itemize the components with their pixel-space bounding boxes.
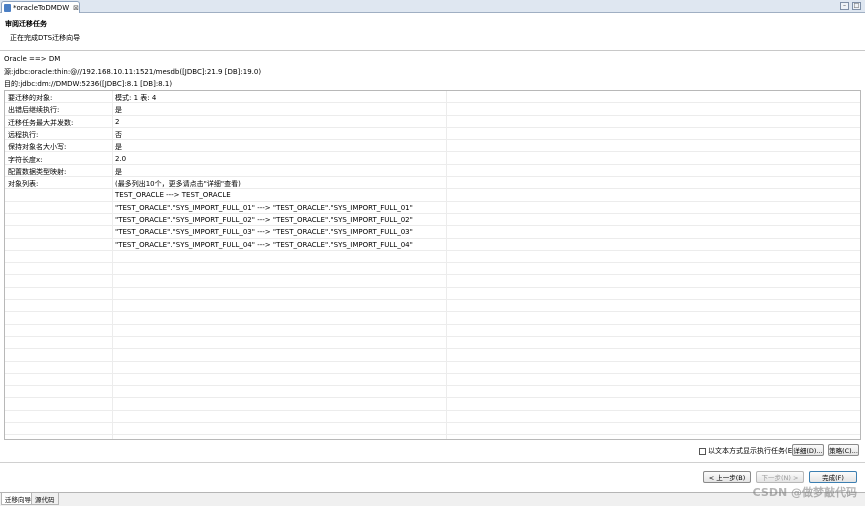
property-value: 2.0	[115, 154, 127, 163]
wizard-subtitle: 正在完成DTS迁移向导	[10, 34, 81, 42]
table-row	[5, 312, 860, 325]
table-row: "TEST_ORACLE"."SYS_IMPORT_FULL_01" ---> …	[5, 202, 860, 214]
minimize-icon[interactable]: –	[840, 2, 849, 10]
property-value: 2	[115, 117, 120, 126]
table-row	[5, 362, 860, 374]
table-row	[5, 300, 860, 313]
table-row: 迁移任务最大并发数: 2	[5, 116, 860, 128]
table-row: 出错后继续执行: 是	[5, 103, 860, 116]
next-button[interactable]: 下一步(N) >	[756, 471, 804, 483]
strategy-button[interactable]: 策略(C)...	[828, 444, 859, 456]
table-row	[5, 349, 860, 362]
bottom-tab-strip: 迁移向导 源代码	[0, 492, 865, 506]
table-row: "TEST_ORACLE"."SYS_IMPORT_FULL_02" ---> …	[5, 214, 860, 227]
property-value: "TEST_ORACLE"."SYS_IMPORT_FULL_03" ---> …	[115, 228, 413, 237]
table-row	[5, 399, 860, 411]
property-value: 模式: 1 表: 4	[115, 94, 157, 102]
table-row	[5, 411, 860, 424]
show-as-text-option[interactable]: 以文本方式显示执行任务(E)	[699, 446, 795, 456]
property-value: "TEST_ORACLE"."SYS_IMPORT_FULL_02" ---> …	[115, 216, 413, 224]
table-row	[5, 337, 860, 350]
wizard-header: 审阅迁移任务 正在完成DTS迁移向导	[0, 14, 865, 51]
table-row	[5, 251, 860, 264]
table-row	[5, 423, 860, 436]
button-bar-separator	[0, 462, 865, 463]
table-row	[5, 276, 860, 288]
property-value: 否	[115, 130, 122, 139]
table-row: 远程执行: 否	[5, 128, 860, 141]
property-value: 是	[115, 143, 122, 152]
window-controls: – □	[840, 2, 861, 10]
table-row	[5, 386, 860, 399]
property-label: 对象列表:	[8, 180, 39, 189]
migration-file-icon	[4, 3, 11, 12]
editor-tab-oracle-to-dmdw[interactable]: *oracleToDMDW ⊠	[1, 1, 80, 13]
table-row: "TEST_ORACLE"."SYS_IMPORT_FULL_04" ---> …	[5, 239, 860, 251]
property-value: "TEST_ORACLE"."SYS_IMPORT_FULL_04" ---> …	[115, 240, 413, 249]
property-label: 出错后继续执行:	[8, 106, 60, 115]
editor-tab-strip: *oracleToDMDW ⊠ – □	[0, 0, 865, 13]
finish-button[interactable]: 完成(F)	[809, 471, 857, 483]
show-as-text-label: 以文本方式显示执行任务(E)	[708, 447, 795, 455]
property-label: 配置数据类型映射:	[8, 167, 67, 176]
watermark: CSDN @做梦敲代码	[752, 486, 857, 499]
back-button[interactable]: < 上一步(B)	[703, 471, 751, 483]
table-row: 字符长度x: 2.0	[5, 153, 860, 165]
property-value: TEST_ORACLE ---> TEST_ORACLE	[115, 191, 231, 200]
table-row: 保持对象名大小写: 是	[5, 140, 860, 153]
property-label: 字符长度x:	[8, 155, 43, 164]
property-label: 迁移任务最大并发数:	[8, 118, 74, 127]
tab-migration-wizard[interactable]: 迁移向导	[1, 493, 35, 505]
table-row	[5, 263, 860, 276]
wizard-title: 审阅迁移任务	[5, 20, 47, 28]
property-value: (最多列出10个，更多请点击"详细"查看)	[115, 180, 241, 189]
maximize-icon[interactable]: □	[852, 2, 861, 10]
target-connection: 目的:jdbc:dm://DMDW:5236([JDBC]:8.1 [DB]:8…	[4, 80, 173, 88]
property-value: "TEST_ORACLE"."SYS_IMPORT_FULL_01" ---> …	[115, 203, 413, 212]
table-row: 对象列表: (最多列出10个，更多请点击"详细"查看)	[5, 177, 860, 190]
table-row: 要迁移的对象: 模式: 1 表: 4	[5, 91, 860, 104]
property-label: 保持对象名大小写:	[8, 143, 67, 152]
table-row: TEST_ORACLE ---> TEST_ORACLE	[5, 189, 860, 202]
table-row	[5, 288, 860, 301]
property-label: 要迁移的对象:	[8, 94, 53, 102]
table-row: 配置数据类型映射: 是	[5, 165, 860, 178]
migration-direction: Oracle ==> DM	[4, 55, 61, 63]
table-row	[5, 325, 860, 337]
property-value: 是	[115, 167, 122, 176]
property-label: 远程执行:	[8, 130, 39, 139]
summary-table: 要迁移的对象: 模式: 1 表: 4 出错后继续执行: 是迁移任务最大并发数: 2 远程执…	[4, 90, 861, 440]
details-button[interactable]: 详细(D)...	[792, 444, 824, 456]
table-row: "TEST_ORACLE"."SYS_IMPORT_FULL_03" ---> …	[5, 226, 860, 239]
source-connection: 源:jdbc:oracle:thin:@//192.168.10.11:1521…	[4, 68, 262, 76]
table-row	[5, 374, 860, 387]
tab-source-code[interactable]: 源代码	[31, 493, 59, 505]
show-as-text-checkbox[interactable]	[699, 447, 706, 455]
close-tab-icon[interactable]: ⊠	[73, 4, 79, 12]
property-value: 是	[115, 106, 122, 115]
editor-tab-title: *oracleToDMDW	[12, 3, 70, 12]
